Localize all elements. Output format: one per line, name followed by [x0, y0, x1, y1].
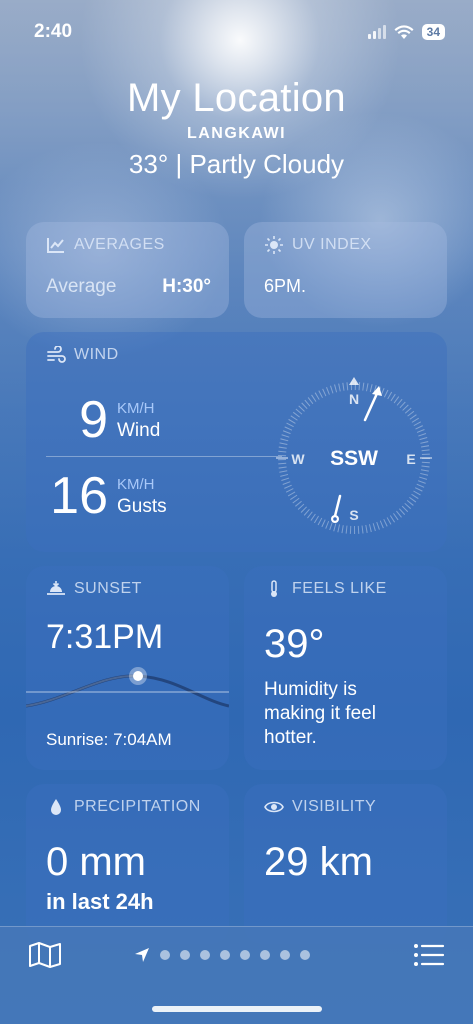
location-subtitle: LANGKAWI — [186, 125, 287, 142]
sunset-card[interactable]: SUNSET 7:31PM Sunrise: 7:04AM — [26, 566, 229, 770]
sunset-icon — [47, 581, 65, 595]
location-header: My Location LANGKAWI 33° | Partly Cloudy — [0, 76, 473, 180]
sunrise-time: Sunrise: 7:04AM — [46, 730, 172, 749]
feels-like-title: FEELS LIKE — [292, 580, 387, 597]
compass-e: E — [406, 451, 415, 467]
status-icons: 34 — [367, 24, 445, 40]
wind-gusts-label: Gusts — [117, 496, 167, 517]
wind-compass: N E S W SSW — [276, 377, 432, 534]
status-bar: 2:40 34 — [0, 0, 473, 64]
page-dot[interactable] — [180, 950, 190, 960]
raindrop-icon — [51, 799, 61, 815]
page-title: My Location — [127, 76, 346, 120]
sun-path-graph — [26, 667, 229, 708]
thermometer-icon — [271, 580, 277, 597]
feels-like-card[interactable]: FEELS LIKE 39° Humidity is making it fee… — [244, 566, 447, 770]
location-arrow-icon[interactable] — [134, 947, 150, 963]
precipitation-title: PRECIPITATION — [74, 798, 201, 815]
uv-index-card[interactable]: UV INDEX 6PM. — [244, 222, 447, 318]
sunset-time: 7:31PM — [46, 618, 164, 656]
page-dot[interactable] — [260, 950, 270, 960]
averages-value: H:30° — [162, 276, 211, 297]
wind-speed-value: 9 — [79, 391, 108, 449]
wind-speed-label: Wind — [117, 420, 161, 441]
averages-header: AVERAGES — [46, 236, 165, 254]
battery-icon: 34 — [421, 24, 445, 40]
precipitation-period: in last 24h — [46, 889, 154, 914]
wind-icon — [47, 346, 66, 363]
visibility-value: 29 km — [264, 840, 373, 884]
sunset-header: SUNSET — [46, 580, 142, 598]
averages-row: Average H:30° — [46, 276, 211, 298]
wind-title: WIND — [74, 346, 119, 363]
compass-n: N — [349, 391, 359, 407]
uv-index-value: 6PM. — [264, 276, 307, 296]
wind-speed-unit: KM/H — [117, 400, 155, 417]
list-icon[interactable] — [413, 942, 445, 968]
page-dot[interactable] — [220, 950, 230, 960]
page-dot[interactable] — [200, 950, 210, 960]
feels-like-value: 39° — [264, 622, 325, 666]
page-indicator[interactable] — [134, 947, 310, 963]
feels-like-header: FEELS LIKE — [264, 580, 387, 598]
averages-card[interactable]: AVERAGES Average H:30° — [26, 222, 229, 318]
precipitation-card[interactable]: PRECIPITATION 0 mm in last 24h — [26, 784, 229, 944]
feels-like-description: Humidity is making it feel hotter. — [264, 679, 376, 748]
signal-icon — [367, 25, 386, 39]
status-time: 2:40 — [34, 21, 73, 42]
current-conditions: 33° | Partly Cloudy — [128, 149, 345, 179]
sun-icon — [265, 236, 283, 254]
eye-icon — [264, 801, 284, 813]
uv-index-title: UV INDEX — [292, 236, 372, 253]
compass-w: W — [291, 451, 305, 467]
wind-gusts-value: 16 — [50, 467, 108, 525]
wind-gusts-unit: KM/H — [117, 476, 155, 493]
page-dot[interactable] — [160, 950, 170, 960]
averages-label: Average — [46, 276, 117, 297]
visibility-header: VISIBILITY — [264, 798, 376, 816]
sunset-title: SUNSET — [74, 580, 142, 597]
page-dot[interactable] — [300, 950, 310, 960]
visibility-title: VISIBILITY — [292, 798, 377, 815]
visibility-card[interactable]: VISIBILITY 29 km — [244, 784, 447, 944]
wind-header: WIND — [46, 346, 119, 364]
page-dot[interactable] — [240, 950, 250, 960]
wind-direction: SSW — [330, 447, 378, 470]
wifi-icon — [394, 24, 414, 39]
wind-card[interactable]: WIND 9 KM/H Wind 16 KM/H Gusts N E S W S… — [26, 332, 447, 552]
home-indicator[interactable] — [152, 1006, 322, 1012]
wind-divider — [46, 456, 282, 457]
averages-title: AVERAGES — [74, 236, 165, 253]
uv-index-header: UV INDEX — [264, 236, 372, 254]
page-dot[interactable] — [280, 950, 290, 960]
compass-s: S — [349, 507, 358, 523]
precipitation-header: PRECIPITATION — [46, 798, 201, 816]
precipitation-value: 0 mm — [46, 840, 146, 884]
chart-trend-icon — [47, 238, 64, 253]
map-icon[interactable] — [28, 941, 62, 969]
